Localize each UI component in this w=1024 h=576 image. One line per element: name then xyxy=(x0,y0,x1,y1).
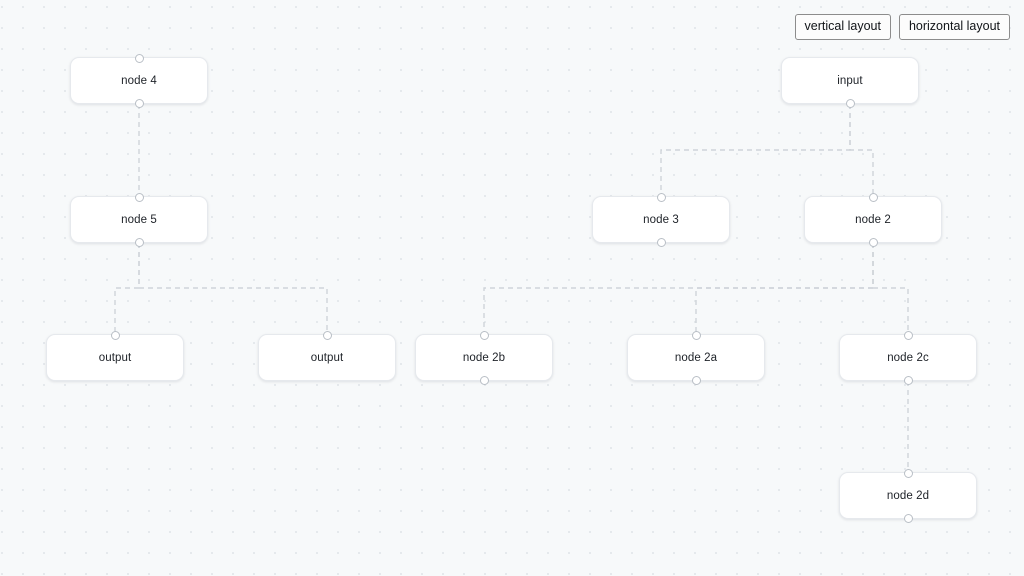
horizontal-layout-button[interactable]: horizontal layout xyxy=(898,14,1010,40)
graph-node-node-3[interactable]: node 3 xyxy=(592,192,730,247)
graph-node-node-2c[interactable]: node 2c xyxy=(839,330,977,385)
target-handle-top[interactable] xyxy=(322,330,332,340)
target-handle-top[interactable] xyxy=(656,192,666,202)
graph-node-node-5[interactable]: node 5 xyxy=(70,192,208,247)
node-label: node 5 xyxy=(121,213,157,226)
graph-node-node-4[interactable]: node 4 xyxy=(70,53,208,108)
edge[interactable] xyxy=(483,243,874,334)
node-label: node 3 xyxy=(643,213,679,226)
target-handle-top[interactable] xyxy=(134,53,144,63)
target-handle-top[interactable] xyxy=(903,468,913,478)
graph-node-node-2b[interactable]: node 2b xyxy=(415,330,553,385)
edge[interactable] xyxy=(114,243,140,334)
source-handle-bottom[interactable] xyxy=(134,237,144,247)
target-handle-top[interactable] xyxy=(110,330,120,340)
target-handle-top[interactable] xyxy=(691,330,701,340)
edge[interactable] xyxy=(849,104,874,196)
edge[interactable] xyxy=(138,243,328,334)
target-handle-top[interactable] xyxy=(134,192,144,202)
source-handle-bottom[interactable] xyxy=(134,98,144,108)
node-label: output xyxy=(310,351,344,364)
source-handle-bottom[interactable] xyxy=(656,237,666,247)
source-handle-bottom[interactable] xyxy=(845,98,855,108)
edge[interactable] xyxy=(872,243,909,334)
source-handle-bottom[interactable] xyxy=(868,237,878,247)
graph-node-node-2d[interactable]: node 2d xyxy=(839,468,977,523)
node-label: node 2 xyxy=(855,213,891,226)
source-handle-bottom[interactable] xyxy=(903,375,913,385)
source-handle-bottom[interactable] xyxy=(903,513,913,523)
graph-node-input[interactable]: input xyxy=(781,57,919,108)
node-label: input xyxy=(837,74,863,87)
graph-node-node-2a[interactable]: node 2a xyxy=(627,330,765,385)
flow-canvas[interactable]: node 4 input node 5 node 3 node 2 output outpu… xyxy=(0,0,1024,576)
layout-toolbar: vertical layout horizontal layout xyxy=(794,14,1010,40)
node-label: output xyxy=(98,351,132,364)
source-handle-bottom[interactable] xyxy=(479,375,489,385)
graph-node-output-2[interactable]: output xyxy=(258,330,396,381)
vertical-layout-button[interactable]: vertical layout xyxy=(794,14,891,40)
graph-node-node-2[interactable]: node 2 xyxy=(804,192,942,247)
source-handle-bottom[interactable] xyxy=(691,375,701,385)
node-label: node 2c xyxy=(887,351,929,364)
edge[interactable] xyxy=(660,104,851,196)
node-label: node 4 xyxy=(121,74,157,87)
node-label: node 2b xyxy=(462,351,506,364)
node-label: node 2a xyxy=(674,351,718,364)
node-label: node 2d xyxy=(886,489,930,502)
target-handle-top[interactable] xyxy=(868,192,878,202)
graph-node-output-1[interactable]: output xyxy=(46,330,184,381)
target-handle-top[interactable] xyxy=(479,330,489,340)
target-handle-top[interactable] xyxy=(903,330,913,340)
edge[interactable] xyxy=(695,243,874,334)
